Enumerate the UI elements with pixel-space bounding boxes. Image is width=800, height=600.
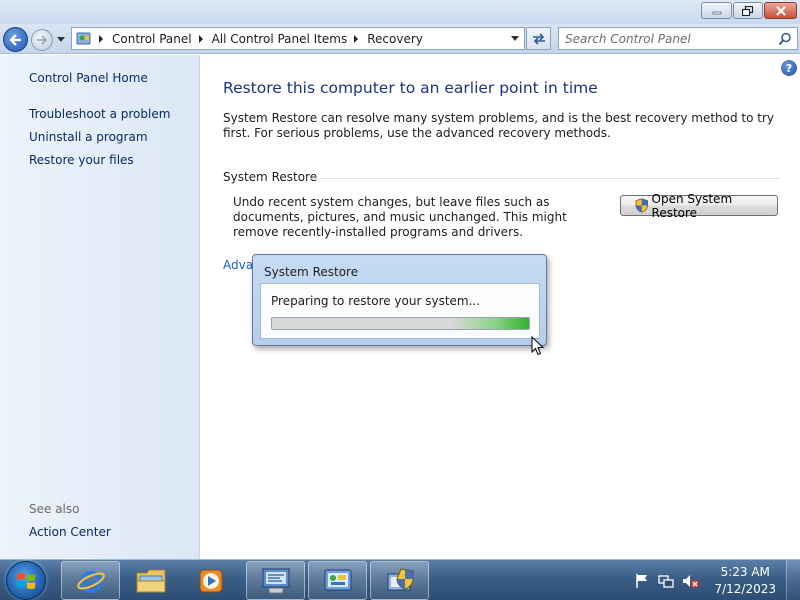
control-panel-icon [76,32,91,44]
section-divider [311,178,781,179]
dialog-body: Preparing to restore your system... [260,283,540,339]
show-desktop-button[interactable] [786,560,800,600]
folder-icon [136,569,165,592]
clock-date: 7/12/2023 [714,581,776,596]
search-input[interactable] [565,31,775,46]
sidebar: Control Panel Home Troubleshoot a proble… [0,55,200,559]
system-restore-dialog: System Restore Preparing to restore your… [252,254,547,346]
system-tray: 5:23 AM 7/12/2023 [634,560,800,600]
uac-shield-icon [635,198,648,213]
control-panel-taskbar-icon [324,569,351,590]
search-box[interactable] [558,27,798,50]
minimize-button[interactable] [701,2,732,19]
forward-arrow-icon [37,35,48,45]
recent-pages-dropdown[interactable] [57,37,65,42]
taskbar-clock[interactable]: 5:23 AM 7/12/2023 [714,564,776,598]
internet-explorer-icon [76,570,105,593]
progress-bar-fill [272,318,529,329]
dialog-message: Preparing to restore your system... [271,294,481,308]
forward-button[interactable] [31,29,53,51]
advanced-recovery-link[interactable]: Adva [223,258,253,272]
sidebar-link-uninstall[interactable]: Uninstall a program [29,130,148,144]
navigation-bar: Control Panel All Control Panel Items Re… [0,24,800,54]
maximize-button[interactable] [733,2,763,19]
clock-time: 5:23 AM [720,564,770,579]
restore-icon [742,5,754,16]
breadcrumb-separator[interactable] [99,34,103,43]
mouse-cursor-icon [531,336,545,356]
refresh-button[interactable] [526,27,551,50]
see-also-heading: See also [29,502,80,516]
taskbar-control-panel[interactable] [308,561,367,600]
system-restore-description: Undo recent system changes, but leave fi… [233,195,567,239]
taskbar-windows-media-player[interactable] [181,561,240,600]
taskbar-windows-explorer[interactable] [121,561,180,600]
help-icon[interactable]: ? [781,60,797,76]
sidebar-link-troubleshoot[interactable]: Troubleshoot a problem [29,107,170,121]
start-button[interactable] [6,561,46,600]
dialog-title: System Restore [264,265,359,279]
sidebar-link-control-panel-home[interactable]: Control Panel Home [29,71,148,85]
breadcrumb-control-panel[interactable]: Control Panel [112,32,192,46]
volume-muted-icon[interactable] [682,573,700,589]
breadcrumb-separator[interactable] [354,34,359,43]
taskbar-remote-desktop[interactable] [246,561,305,600]
minimize-icon [712,11,721,14]
open-system-restore-label: Open System Restore [651,191,733,220]
sidebar-link-action-center[interactable]: Action Center [29,525,111,539]
taskbar-internet-explorer[interactable] [61,561,120,600]
sidebar-link-restore-files[interactable]: Restore your files [29,153,134,167]
back-arrow-icon [8,33,21,46]
windows-logo-icon [17,572,35,589]
window-titlebar [0,0,800,24]
address-bar[interactable]: Control Panel All Control Panel Items Re… [71,27,525,50]
breadcrumb-recovery[interactable]: Recovery [367,32,423,46]
remote-desktop-icon [262,568,289,593]
close-button[interactable] [764,2,797,19]
action-center-flag-icon[interactable] [634,573,650,589]
taskbar: 5:23 AM 7/12/2023 [0,559,800,600]
taskbar-system-restore[interactable] [370,561,429,600]
breadcrumb-separator[interactable] [198,34,203,43]
back-button[interactable] [3,27,28,52]
close-icon [775,5,786,16]
progress-bar [271,317,530,330]
breadcrumb-all-items[interactable]: All Control Panel Items [212,32,348,46]
open-system-restore-button[interactable]: Open System Restore [620,192,778,220]
address-history-dropdown[interactable] [511,36,519,41]
search-icon[interactable] [778,32,792,46]
page-description: System Restore can resolve many system p… [223,111,775,140]
media-player-icon [199,569,222,592]
page-title: Restore this computer to an earlier poin… [223,79,598,97]
system-restore-taskbar-icon [387,567,413,590]
section-heading-system-restore: System Restore [223,170,318,184]
network-icon[interactable] [658,573,675,589]
refresh-icon [532,32,545,45]
